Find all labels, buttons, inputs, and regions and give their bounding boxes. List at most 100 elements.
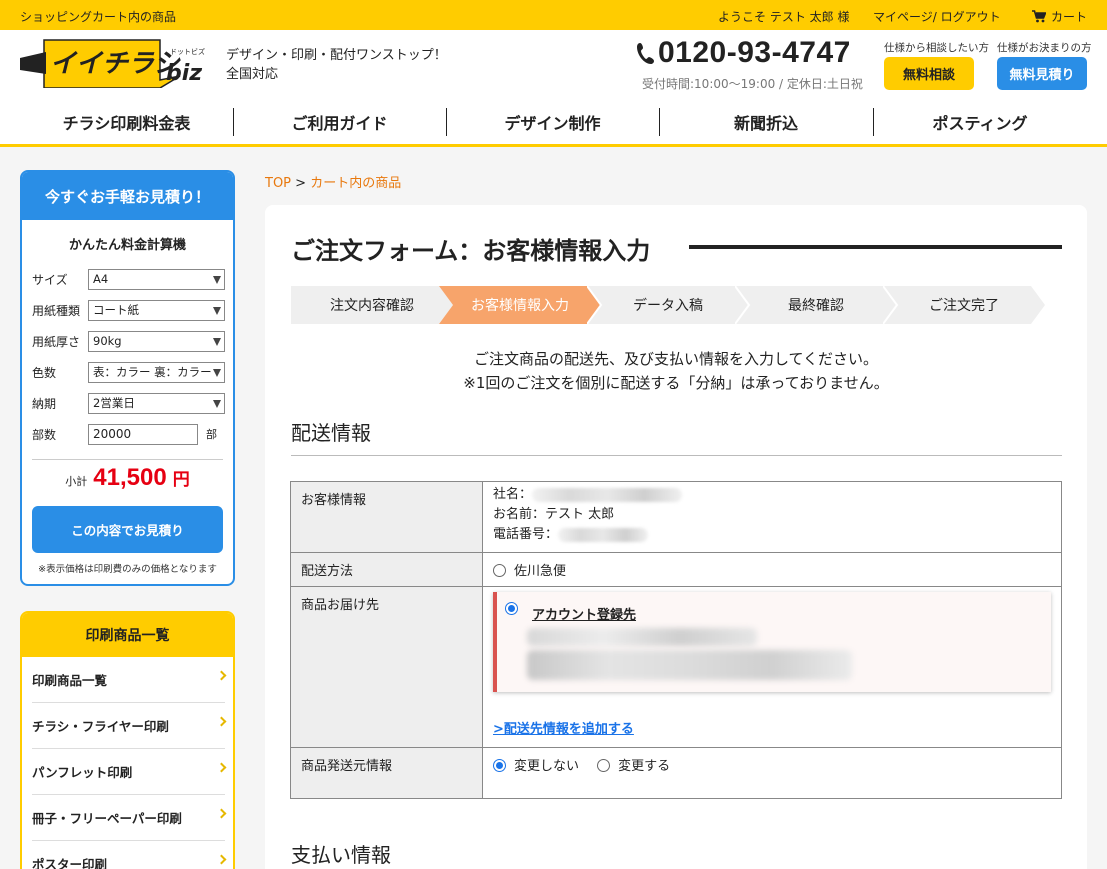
progress-steps: 注文内容確認 お客様情報入力 データ入稿 最終確認 ご注文完了 — [291, 286, 1051, 324]
add-destination-link[interactable]: >配送先情報を追加する — [493, 718, 634, 737]
estimate-caption: 仕様がお決まりの方 — [997, 42, 1092, 54]
free-consult-button[interactable]: 無料相談 — [884, 57, 974, 90]
page-title: ご注文フォーム：お客様情報入力 — [291, 237, 651, 265]
tagline-line-2: 全国対応 — [226, 67, 279, 82]
colors-select[interactable]: 表：カラー 裏：カラー — [88, 361, 225, 383]
breadcrumb-top[interactable]: TOP — [265, 176, 291, 191]
dropdown-arrow-icon — [213, 399, 221, 408]
tel-line: 電話番号： — [493, 525, 1051, 545]
payment-section-title: 支払い情報 — [291, 843, 391, 867]
product-list: 印刷商品一覧 印刷商品一覧 チラシ・フライヤー印刷 パンフレット印刷 冊子・フリ… — [20, 611, 235, 869]
calc-row-paper-weight: 用紙厚さ 90kg — [32, 330, 227, 352]
logo-graphic: イイチラシ biz ドットビズ — [20, 39, 205, 89]
form-intro: ご注文商品の配送先、及び支払い情報を入力してください。 ※1回のご注文を個別に配… — [265, 347, 1087, 395]
site-logo[interactable]: イイチラシ biz ドットビズ — [20, 38, 218, 89]
phone-icon — [637, 43, 654, 64]
product-item-booklet[interactable]: 冊子・フリーペーパー印刷 — [32, 795, 227, 841]
company-label: 社名： — [493, 487, 533, 502]
step-order-confirm: 注文内容確認 — [291, 286, 453, 324]
nav-design[interactable]: デザイン制作 — [446, 108, 659, 136]
nav-price-list[interactable]: チラシ印刷料金表 — [20, 108, 233, 136]
account-address-card[interactable]: アカウント登録先 — [493, 592, 1051, 692]
redacted-tel — [558, 527, 649, 542]
step-label: お客様情報入力 — [471, 298, 569, 314]
cart-link[interactable]: カート — [1032, 8, 1087, 25]
select-value: 表：カラー 裏：カラー — [93, 365, 212, 379]
shipping-table: お客様情報 社名： お名前：テスト 太郎 電話番号： 配送方法 佐川急便 商品お… — [290, 481, 1062, 799]
consult-caption: 仕様から相談したい方 — [884, 42, 989, 54]
step-customer-info: お客様情報入力 — [439, 286, 601, 324]
select-value: コート紙 — [93, 303, 139, 317]
nav-posting[interactable]: ポスティング — [873, 108, 1087, 136]
sender-no-change-radio[interactable] — [493, 759, 506, 772]
dropdown-arrow-icon — [213, 337, 221, 346]
sender-change-radio[interactable] — [597, 759, 611, 772]
title-rule — [689, 245, 1062, 249]
breadcrumb-current[interactable]: カート内の商品 — [310, 176, 401, 191]
delivery-select[interactable]: 2営業日 — [88, 392, 225, 414]
step-order-complete: ご注文完了 — [883, 286, 1045, 324]
calc-label: 部数 — [32, 427, 57, 442]
product-label: ポスター印刷 — [32, 857, 108, 869]
cart-label: カート — [1051, 10, 1088, 24]
subtotal: 小計 41,500 円 — [22, 464, 233, 492]
sagawa-radio[interactable] — [493, 564, 506, 577]
step-label: 最終確認 — [788, 298, 844, 314]
nav-guide[interactable]: ご利用ガイド — [233, 108, 446, 136]
dropdown-arrow-icon — [213, 306, 221, 315]
product-label: 印刷商品一覧 — [32, 673, 108, 688]
paper-type-select[interactable]: コート紙 — [88, 299, 225, 321]
paper-weight-select[interactable]: 90kg — [88, 330, 225, 352]
quantity-input[interactable]: 20000 — [88, 423, 198, 445]
destination-cell: アカウント登録先 >配送先情報を追加する — [482, 586, 1062, 748]
calc-label: 納期 — [32, 396, 57, 411]
calculator-heading: 今すぐお手軽お見積り！ — [22, 172, 233, 220]
cart-icon — [1032, 10, 1046, 23]
product-list-heading: 印刷商品一覧 — [22, 613, 233, 657]
tagline-line-1: デザイン・印刷・配付ワンストップ！ — [226, 48, 447, 63]
calculator-title: かんたん料金計算機 — [68, 238, 186, 253]
tagline: デザイン・印刷・配付ワンストップ！ 全国対応 — [226, 46, 447, 84]
table-row: 配送方法 佐川急便 — [290, 552, 1062, 587]
subtotal-amount: 41,500 — [93, 464, 167, 491]
product-label: パンフレット印刷 — [32, 765, 133, 780]
product-item-flyer[interactable]: チラシ・フライヤー印刷 — [32, 703, 227, 749]
sender-change-label: 変更する — [618, 759, 671, 774]
mypage-logout-link[interactable]: マイページ/ ログアウト — [873, 8, 1001, 25]
subtotal-label: 小計 — [65, 475, 88, 488]
section-rule — [291, 455, 1062, 456]
page-label: ショッピングカート内の商品 — [20, 10, 177, 24]
product-item-pamphlet[interactable]: パンフレット印刷 — [32, 749, 227, 795]
select-value: 90kg — [93, 334, 122, 348]
product-item-poster[interactable]: ポスター印刷 — [32, 841, 227, 869]
product-item-all[interactable]: 印刷商品一覧 — [32, 657, 227, 703]
logo-text: イイチラシ — [50, 49, 181, 79]
row-label: 商品発送元情報 — [290, 747, 483, 799]
free-estimate-button[interactable]: 無料見積り — [997, 57, 1087, 90]
account-address-label: アカウント登録先 — [532, 608, 637, 623]
table-row: 商品お届け先 アカウント登録先 >配送先情報を追加する — [290, 586, 1062, 748]
calc-estimate-button[interactable]: この内容でお見積り — [32, 506, 223, 553]
step-final-confirm: 最終確認 — [735, 286, 897, 324]
product-label: チラシ・フライヤー印刷 — [32, 719, 169, 734]
size-select[interactable]: A4 — [88, 268, 225, 290]
step-data-upload: データ入稿 — [587, 286, 749, 324]
tel-label: 電話番号： — [493, 527, 559, 542]
top-bar: ショッピングカート内の商品 ようこそ テスト 太郎 様 マイページ/ ログアウト… — [0, 0, 1107, 30]
business-hours: 受付時間:10:00〜19:00 / 定休日:土日祝 — [642, 77, 863, 91]
chevron-right-icon — [216, 670, 227, 681]
table-row: お客様情報 社名： お名前：テスト 太郎 電話番号： — [290, 481, 1062, 553]
breadcrumb-separator: > — [291, 176, 311, 191]
intro-line-1: ご注文商品の配送先、及び支払い情報を入力してください。 — [473, 350, 879, 368]
row-label: 配送方法 — [290, 552, 483, 587]
phone-block[interactable]: 0120-93-4747 — [636, 36, 851, 70]
account-address-radio[interactable] — [505, 602, 518, 615]
chevron-right-icon — [216, 808, 227, 819]
welcome-text: ようこそ テスト 太郎 様 — [718, 10, 850, 24]
order-form-card: ご注文フォーム：お客様情報入力 注文内容確認 お客様情報入力 データ入稿 最終確… — [265, 205, 1087, 869]
intro-line-2: ※1回のご注文を個別に配送する「分納」は承っておりません。 — [463, 374, 889, 392]
step-label: データ入稿 — [633, 298, 703, 314]
row-label: お客様情報 — [290, 481, 483, 553]
nav-newspaper-insert[interactable]: 新聞折込 — [659, 108, 873, 136]
redacted-address — [527, 628, 757, 646]
